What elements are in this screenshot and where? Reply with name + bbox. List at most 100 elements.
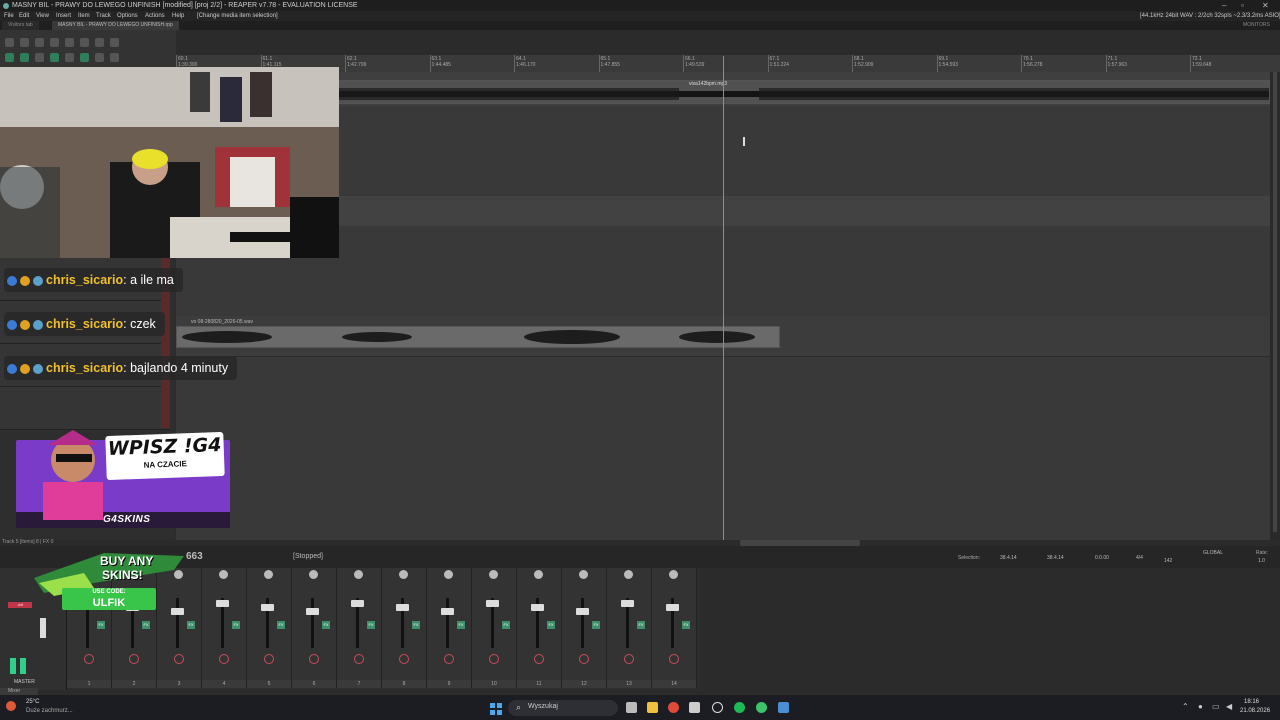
fx-button[interactable]: FX xyxy=(367,621,375,629)
tab-visitors[interactable]: Visitors tab xyxy=(2,21,39,30)
item-grouping-icon[interactable] xyxy=(50,53,59,62)
mixer-strip[interactable]: FX 6 xyxy=(292,568,337,688)
mixer-strip[interactable]: FX 11 xyxy=(517,568,562,688)
volume-fader[interactable] xyxy=(621,600,634,607)
volume-fader[interactable] xyxy=(306,608,319,615)
mixer-strip[interactable]: FX 13 xyxy=(607,568,652,688)
vertical-scrollbar[interactable] xyxy=(1270,72,1280,540)
record-arm-button[interactable] xyxy=(129,654,139,664)
fx-button[interactable]: FX xyxy=(322,621,330,629)
volume-fader-track[interactable] xyxy=(311,598,314,648)
app-icon[interactable] xyxy=(689,702,700,713)
media-item-vixa[interactable]: vixa142bpm.mp3 xyxy=(338,80,1270,104)
selection-end[interactable]: 38.4.14 xyxy=(1047,555,1064,561)
volume-fader-track[interactable] xyxy=(446,598,449,648)
new-project-icon[interactable] xyxy=(5,38,14,47)
fx-button[interactable]: FX xyxy=(187,621,195,629)
chrome-icon[interactable] xyxy=(668,702,679,713)
minimize-button[interactable]: – xyxy=(1222,0,1226,11)
record-arm-button[interactable] xyxy=(444,654,454,664)
taskbar-search[interactable]: ⌕ Wyszukaj xyxy=(508,700,618,716)
loop-icon[interactable] xyxy=(80,53,89,62)
volume-fader-track[interactable] xyxy=(581,598,584,648)
pan-knob[interactable] xyxy=(534,570,543,579)
mixer-strip[interactable]: FX 7 xyxy=(337,568,382,688)
open-project-icon[interactable] xyxy=(20,38,29,47)
media-item-vo[interactable]: vo 08-280820_2026-05.wav xyxy=(176,319,780,348)
fx-button[interactable]: FX xyxy=(637,621,645,629)
pan-knob[interactable] xyxy=(579,570,588,579)
pan-knob[interactable] xyxy=(219,570,228,579)
ripple-icon[interactable] xyxy=(20,53,29,62)
maximize-button[interactable]: ▫ xyxy=(1241,0,1244,11)
record-arm-button[interactable] xyxy=(489,654,499,664)
mixer-strip[interactable]: FX 12 xyxy=(562,568,607,688)
close-button[interactable]: ✕ xyxy=(1262,0,1269,11)
mixer-strip[interactable]: FX 4 xyxy=(202,568,247,688)
file-explorer-icon[interactable] xyxy=(647,702,658,713)
start-button[interactable] xyxy=(490,702,502,715)
menu-track[interactable]: Track xyxy=(96,11,111,21)
mixer-strip[interactable]: FX 5 xyxy=(247,568,292,688)
volume-fader[interactable] xyxy=(261,604,274,611)
record-arm-button[interactable] xyxy=(624,654,634,664)
pan-knob[interactable] xyxy=(309,570,318,579)
scroll-thumb[interactable] xyxy=(1273,72,1277,532)
fx-button[interactable]: FX xyxy=(547,621,555,629)
settings-icon[interactable] xyxy=(50,38,59,47)
selection-start[interactable]: 38.4.14 xyxy=(1000,555,1017,561)
weather-icon[interactable] xyxy=(6,701,16,711)
menu-help[interactable]: Help xyxy=(172,11,184,21)
fx-button[interactable]: FX xyxy=(682,621,690,629)
volume-fader[interactable] xyxy=(216,600,229,607)
volume-fader[interactable] xyxy=(351,600,364,607)
record-arm-button[interactable] xyxy=(534,654,544,664)
spotify-icon[interactable] xyxy=(734,702,745,713)
menu-options[interactable]: Options xyxy=(117,11,138,21)
network-icon[interactable]: ▭ xyxy=(1212,702,1220,711)
fx-button[interactable]: FX xyxy=(412,621,420,629)
menu-insert[interactable]: Insert xyxy=(56,11,71,21)
redo-icon[interactable] xyxy=(80,38,89,47)
menu-item[interactable]: Item xyxy=(78,11,90,21)
fx-button[interactable]: FX xyxy=(232,621,240,629)
fx-button[interactable]: FX xyxy=(142,621,150,629)
record-arm-button[interactable] xyxy=(354,654,364,664)
tool-icon[interactable] xyxy=(110,53,119,62)
fx-button[interactable]: FX xyxy=(277,621,285,629)
record-arm-button[interactable] xyxy=(84,654,94,664)
record-arm-button[interactable] xyxy=(399,654,409,664)
record-arm-button[interactable] xyxy=(579,654,589,664)
pan-knob[interactable] xyxy=(444,570,453,579)
rate-value[interactable]: 1.0 xyxy=(1258,558,1265,564)
mixer-strip[interactable]: FX 14 xyxy=(652,568,697,688)
pan-knob[interactable] xyxy=(264,570,273,579)
pan-knob[interactable] xyxy=(354,570,363,579)
volume-fader[interactable] xyxy=(396,604,409,611)
selection-length[interactable]: 0.0.00 xyxy=(1095,555,1109,561)
volume-fader[interactable] xyxy=(441,608,454,615)
volume-fader[interactable] xyxy=(576,608,589,615)
volume-fader[interactable] xyxy=(531,604,544,611)
tab-project[interactable]: MASNY BIL - PRAWY DO LEWEGO UNFINISH.rpp xyxy=(52,21,179,30)
record-arm-button[interactable] xyxy=(264,654,274,664)
mixer-tab[interactable]: Mixer xyxy=(0,688,38,695)
mic-icon[interactable]: ● xyxy=(1198,702,1203,711)
undo-icon[interactable] xyxy=(65,38,74,47)
menu-file[interactable]: File xyxy=(4,11,14,21)
volume-fader[interactable] xyxy=(666,604,679,611)
clock-date[interactable]: 21.08.2026 xyxy=(1240,708,1270,714)
snap-icon[interactable] xyxy=(5,53,14,62)
master-fader[interactable] xyxy=(40,618,46,638)
task-view-icon[interactable] xyxy=(626,702,637,713)
pan-knob[interactable] xyxy=(489,570,498,579)
record-arm-button[interactable] xyxy=(174,654,184,664)
pan-knob[interactable] xyxy=(399,570,408,579)
mixer-strip[interactable]: FX 8 xyxy=(382,568,427,688)
menu-edit[interactable]: Edit xyxy=(19,11,29,21)
bpm-readout[interactable]: 142 xyxy=(1164,558,1172,564)
timeline-ruler[interactable]: 60.1 1:39.390 61.1 1:41.115 62.1 1:42.799 63.1… xyxy=(176,55,1280,73)
tray-chevron-icon[interactable]: ⌃ xyxy=(1182,702,1189,711)
pan-knob[interactable] xyxy=(669,570,678,579)
record-arm-button[interactable] xyxy=(309,654,319,664)
